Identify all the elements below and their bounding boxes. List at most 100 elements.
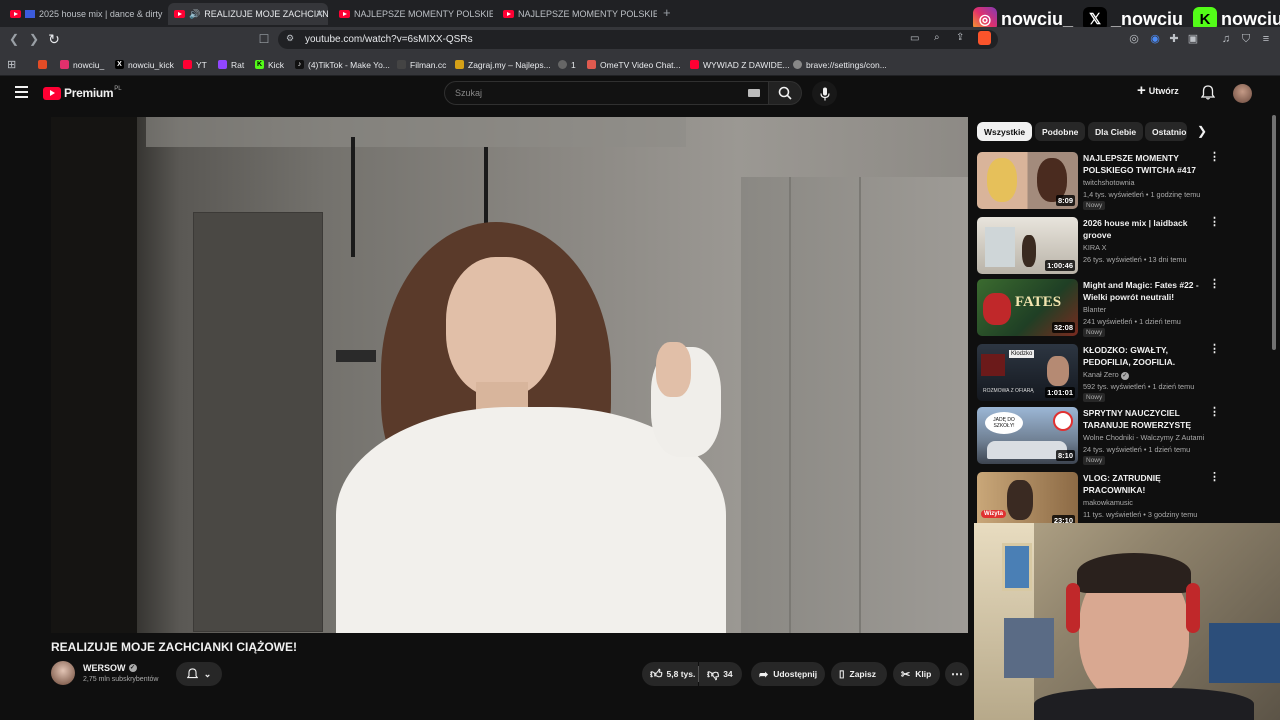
browser-tab[interactable]: NAJLEPSZE MOMENTY POLSKIEGO T	[333, 3, 493, 25]
recommendation-item[interactable]: 1:00:46 2026 house mix | laidback groove…	[977, 217, 1220, 277]
bookmark-label: Kick	[268, 59, 285, 70]
share-button[interactable]: ➦ Udostępnij	[751, 662, 825, 686]
bookmark-item[interactable]: Xnowciu_kick	[115, 58, 174, 71]
chip-all[interactable]: Wszystkie	[977, 122, 1033, 141]
more-options-icon[interactable]: ⋮	[1209, 344, 1220, 355]
bookmark-item[interactable]: Rat	[218, 58, 244, 71]
video-player[interactable]	[51, 117, 968, 633]
dislike-button[interactable]: 👎︎ 34	[699, 662, 742, 686]
address-bar[interactable]: ⚙ youtube.com/watch?v=6sMIXX-QSRs ▭ ⌕ ⇪	[278, 30, 998, 49]
more-options-icon[interactable]: ⋮	[1209, 217, 1220, 228]
recommendation-item[interactable]: Wizyta 23:10 VLOG: ZATRUDNIĘ PRACOWNIKA!…	[977, 472, 1217, 524]
sidebar-icon[interactable]: ▣	[1186, 32, 1200, 46]
video-thumbnail[interactable]: Kłodzko ROZMOWA Z OFIARĄ 1:01:01	[977, 344, 1078, 401]
new-tab-button[interactable]: +	[663, 5, 671, 20]
more-options-icon[interactable]: ⋮	[1209, 152, 1220, 163]
search-input[interactable]: Szukaj	[444, 81, 769, 105]
scene-hand	[656, 342, 691, 397]
bookmark-item[interactable]: Filman.cc	[397, 58, 446, 71]
subscription-bell-button[interactable]: ⌄	[176, 662, 222, 686]
more-options-icon[interactable]: ⋮	[1209, 279, 1220, 290]
rec-title[interactable]: 2026 house mix | laidback groove	[1083, 218, 1203, 241]
more-options-icon[interactable]: ⋮	[1209, 407, 1220, 418]
wallet-icon[interactable]: ◉	[1148, 32, 1162, 46]
bookmark-item[interactable]: nowciu_	[60, 58, 104, 71]
scrollbar-thumb[interactable]	[1272, 115, 1276, 350]
like-button[interactable]: 👍︎ 5,8 tys.	[642, 662, 698, 686]
bookmark-item[interactable]: WYWIAD Z DAWIDE...	[690, 58, 790, 71]
bell-icon	[186, 668, 198, 679]
video-thumbnail[interactable]: FATES 32:08	[977, 279, 1078, 336]
music-icon[interactable]: ♫	[1219, 32, 1233, 46]
more-actions-button[interactable]: ⋯	[945, 662, 969, 686]
bookmark-item[interactable]: ♪ (4)TikTok - Make Yo...	[295, 58, 390, 71]
rec-channel[interactable]: makowkamusic	[1083, 498, 1133, 507]
cam-hair	[1077, 553, 1191, 593]
apps-grid-icon[interactable]: ⊞	[7, 58, 16, 71]
shield-icon[interactable]: ⛉	[1239, 32, 1253, 46]
rec-channel[interactable]: Blanter	[1083, 305, 1106, 314]
hamburger-menu-icon[interactable]	[15, 86, 28, 98]
browser-tab-active[interactable]: 🔊 REALIZUJE MOJE ZACHCIANKI ✕	[168, 3, 328, 25]
bookmark-item[interactable]: brave://settings/con...	[793, 58, 887, 71]
rec-channel[interactable]: twitchshotownia	[1083, 178, 1135, 187]
clip-button[interactable]: ✂ Klip	[893, 662, 940, 686]
brave-shields-icon[interactable]	[978, 31, 991, 45]
recommendation-item[interactable]: FATES 32:08 Might and Magic: Fates #22 -…	[977, 279, 1220, 339]
recommendation-item[interactable]: JADĘ DO SZKOŁY! 8:10 SPRYTNY NAUCZYCIEL …	[977, 407, 1220, 467]
rec-channel[interactable]: KIRA X	[1083, 243, 1107, 252]
bookmark-item[interactable]: Zagraj.my – Najleps...	[455, 58, 551, 71]
notifications-button[interactable]	[1200, 85, 1216, 105]
bookmark-icon[interactable]: ☐	[255, 30, 273, 48]
voice-search-button[interactable]	[812, 81, 837, 106]
avatar[interactable]	[1233, 84, 1252, 103]
youtube-logo[interactable]: Premium PL	[43, 86, 122, 100]
video-thumbnail[interactable]: 1:00:46	[977, 217, 1078, 274]
cast-icon[interactable]: ▭	[910, 33, 919, 44]
video-thumbnail[interactable]: JADĘ DO SZKOŁY! 8:10	[977, 407, 1078, 464]
chip-recent[interactable]: Ostatnio	[1145, 122, 1187, 141]
keyboard-icon[interactable]	[748, 89, 760, 97]
video-thumbnail[interactable]: 8:09	[977, 152, 1078, 209]
more-options-icon[interactable]: ⋮	[1209, 472, 1217, 483]
rec-title[interactable]: Might and Magic: Fates #22 - Wielki powr…	[1083, 280, 1203, 303]
video-thumbnail[interactable]: Wizyta 23:10	[977, 472, 1078, 524]
search-button[interactable]	[769, 81, 802, 105]
browser-tab[interactable]: 2025 house mix | dance & dirty g	[4, 3, 164, 25]
rec-title[interactable]: VLOG: ZATRUDNIĘ PRACOWNIKA!	[1083, 473, 1203, 496]
chevron-right-icon[interactable]: ❯	[1197, 124, 1207, 138]
scene-lamp-cord	[351, 137, 355, 257]
browser-tab[interactable]: NAJLEPSZE MOMENTY POLSKIEGO T	[497, 3, 657, 25]
chip-for-you[interactable]: Dla Ciebie	[1088, 122, 1144, 141]
rec-title[interactable]: SPRYTNY NAUCZYCIEL TARANUJE ROWERZYSTĘ P…	[1083, 408, 1203, 431]
save-button[interactable]: ▯ Zapisz	[831, 662, 887, 686]
scene-door	[193, 212, 323, 632]
forward-button[interactable]: ❯	[25, 30, 43, 48]
site-settings-icon[interactable]: ⚙	[286, 33, 294, 44]
rec-title[interactable]: NAJLEPSZE MOMENTY POLSKIEGO TWITCHA #417	[1083, 153, 1203, 176]
bookmark-label: Filman.cc	[410, 59, 447, 70]
share-icon[interactable]: ⇪	[956, 32, 964, 43]
zoom-icon[interactable]: ⌕	[934, 32, 940, 43]
bookmark-item[interactable]: YT	[183, 58, 207, 71]
chip-related[interactable]: Podobne	[1035, 122, 1086, 141]
vpn-icon[interactable]: ◎	[1127, 32, 1141, 46]
rec-channel[interactable]: Wolne Chodniki - Walczymy Z Autami	[1083, 433, 1204, 442]
thumb-text: Kłodzko	[1009, 350, 1035, 358]
extensions-icon[interactable]: ✚	[1167, 32, 1181, 46]
channel-name[interactable]: WERSOW ✓	[83, 663, 137, 673]
rec-channel[interactable]: Kanał Zero ✓	[1083, 370, 1129, 380]
channel-avatar[interactable]	[51, 661, 75, 685]
bookmark-item[interactable]: K Kick	[255, 58, 284, 71]
back-button[interactable]: ❮	[5, 30, 23, 48]
rec-title[interactable]: KŁODZKO: GWAŁTY, PEDOFILIA, ZOOFILIA. WS…	[1083, 345, 1203, 368]
bookmark-item[interactable]: 1	[558, 58, 576, 71]
reload-button[interactable]: ↻	[45, 30, 63, 48]
create-button[interactable]: + Utwórz	[1137, 83, 1179, 98]
tab-close-icon[interactable]: ✕	[316, 9, 324, 20]
recommendation-item[interactable]: 8:09 NAJLEPSZE MOMENTY POLSKIEGO TWITCHA…	[977, 152, 1220, 212]
menu-icon[interactable]: ≡	[1259, 32, 1273, 46]
recommendation-item[interactable]: Kłodzko ROZMOWA Z OFIARĄ 1:01:01 KŁODZKO…	[977, 344, 1220, 404]
bookmark-item[interactable]: OmeTV Video Chat...	[587, 58, 681, 71]
bookmark-item[interactable]	[38, 58, 51, 71]
